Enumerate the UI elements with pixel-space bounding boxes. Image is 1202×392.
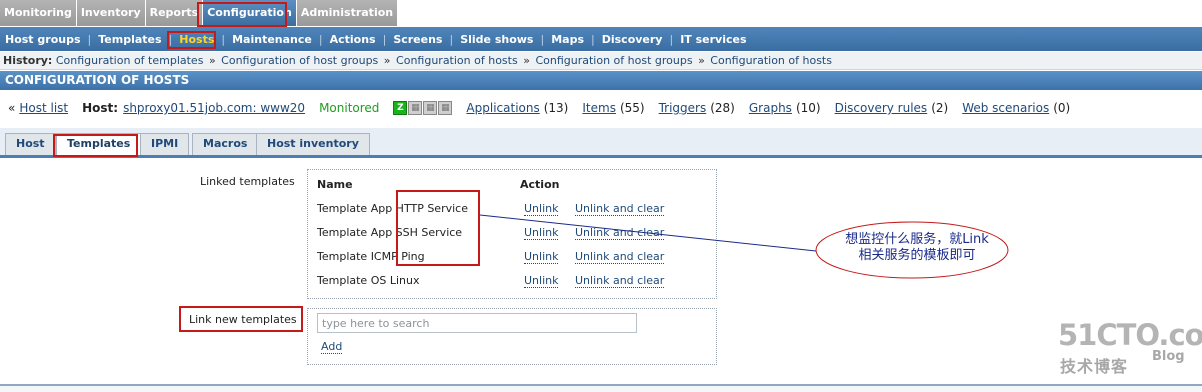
menu-separator: | xyxy=(318,32,323,46)
menu-separator: | xyxy=(87,32,92,46)
availability-icons: Z ▦ ▦ ▦ xyxy=(393,101,453,115)
sub-menu-screens[interactable]: Screens xyxy=(393,33,442,46)
footer-divider xyxy=(0,384,1202,392)
highlight-configuration xyxy=(197,2,287,27)
history-item[interactable]: Configuration of templates xyxy=(56,54,204,67)
sub-menu-it-services[interactable]: IT services xyxy=(680,33,746,46)
host-navigation: « Host list Host: shproxy01.51job.com: w… xyxy=(0,96,1202,120)
host-tabs: Host Templates IPMI Macros Host inventor… xyxy=(0,128,1202,158)
host-label: Host: xyxy=(82,101,119,115)
add-template-button[interactable]: Add xyxy=(321,340,343,354)
top-menu-reports[interactable]: Reports xyxy=(145,0,203,26)
watermark-logo: 51CTO.com xyxy=(1058,318,1202,352)
applications-link[interactable]: Applications xyxy=(466,96,539,120)
history-separator: » xyxy=(698,54,705,67)
graphs-count: (10) xyxy=(795,101,821,115)
menu-separator: | xyxy=(449,32,454,46)
triggers-count: (28) xyxy=(710,101,735,115)
unlink-button[interactable]: Unlink xyxy=(524,250,559,264)
triggers-link[interactable]: Triggers xyxy=(659,96,707,120)
sub-menu-host-groups[interactable]: Host groups xyxy=(5,33,81,46)
tab-macros[interactable]: Macros xyxy=(192,133,259,155)
unlink-and-clear-button[interactable]: Unlink and clear xyxy=(575,202,665,216)
host-status[interactable]: Monitored xyxy=(319,96,379,120)
host-list-link[interactable]: Host list xyxy=(19,96,68,120)
unlink-and-clear-button[interactable]: Unlink and clear xyxy=(575,274,665,288)
menu-separator: | xyxy=(221,32,226,46)
unlink-button[interactable]: Unlink xyxy=(524,274,559,288)
linked-template-name: Template OS Linux xyxy=(317,274,420,287)
host-name-link[interactable]: shproxy01.51job.com: www20 xyxy=(123,96,305,120)
zabbix-agent-icon: Z xyxy=(393,101,408,115)
items-link[interactable]: Items xyxy=(582,96,616,120)
web-scenarios-count: (0) xyxy=(1053,101,1071,115)
history-separator: » xyxy=(383,54,391,67)
tab-ipmi[interactable]: IPMI xyxy=(140,133,190,155)
sub-menu-discovery[interactable]: Discovery xyxy=(602,33,663,46)
history-item[interactable]: Configuration of host groups xyxy=(221,54,378,67)
column-action-header: Action xyxy=(520,178,560,191)
history-separator: » xyxy=(523,54,530,67)
menu-separator: | xyxy=(540,32,545,46)
unlink-and-clear-button[interactable]: Unlink and clear xyxy=(575,226,665,240)
sub-menu-actions[interactable]: Actions xyxy=(330,33,376,46)
menu-separator: | xyxy=(591,32,595,46)
highlight-hosts xyxy=(167,31,216,49)
sub-menu-maps[interactable]: Maps xyxy=(551,33,584,46)
top-menu-administration[interactable]: Administration xyxy=(296,0,398,26)
unlink-and-clear-button[interactable]: Unlink and clear xyxy=(575,250,665,264)
highlight-service-templates xyxy=(396,190,480,266)
applications-count: (13) xyxy=(543,101,569,115)
page-title: CONFIGURATION OF HOSTS xyxy=(0,71,1202,90)
history-separator: » xyxy=(208,54,216,67)
linked-templates-label: Linked templates xyxy=(200,175,295,188)
graphs-link[interactable]: Graphs xyxy=(749,96,792,120)
history-item[interactable]: Configuration of hosts xyxy=(396,54,518,67)
items-count: (55) xyxy=(619,101,645,115)
menu-separator: | xyxy=(382,32,387,46)
history-item[interactable]: Configuration of host groups xyxy=(535,54,692,67)
annotation-text: 想监控什么服务，就Link 相关服务的模板即可 xyxy=(822,232,1012,264)
watermark-blog: Blog xyxy=(1152,349,1185,364)
annotation-line-1: 想监控什么服务，就Link xyxy=(845,232,989,247)
unlink-button[interactable]: Unlink xyxy=(524,202,559,216)
jmx-icon: ▦ xyxy=(423,101,438,115)
ipmi-icon: ▦ xyxy=(438,101,453,115)
discovery-rules-count: (2) xyxy=(931,101,949,115)
history-label: History: xyxy=(3,54,53,67)
history-breadcrumb: History: Configuration of templates » Co… xyxy=(0,52,1202,70)
annotation-line-2: 相关服务的模板即可 xyxy=(858,248,976,263)
top-menu-monitoring[interactable]: Monitoring xyxy=(0,0,76,26)
tab-host[interactable]: Host xyxy=(5,133,56,155)
sub-menu-maintenance[interactable]: Maintenance xyxy=(232,33,312,46)
snmp-icon: ▦ xyxy=(408,101,423,115)
tab-host-inventory[interactable]: Host inventory xyxy=(256,133,370,155)
web-scenarios-link[interactable]: Web scenarios xyxy=(962,96,1049,120)
top-menu-inventory[interactable]: Inventory xyxy=(76,0,145,26)
sub-menu-slide-shows[interactable]: Slide shows xyxy=(460,33,533,46)
template-search-input[interactable] xyxy=(317,313,637,333)
discovery-rules-link[interactable]: Discovery rules xyxy=(835,96,928,120)
menu-separator: | xyxy=(669,32,674,46)
history-item[interactable]: Configuration of hosts xyxy=(710,54,832,67)
sub-menu-templates[interactable]: Templates xyxy=(98,33,161,46)
column-name-header: Name xyxy=(317,178,353,191)
unlink-button[interactable]: Unlink xyxy=(524,226,559,240)
watermark-subtitle: 技术博客 xyxy=(1060,357,1129,376)
back-prefix: « xyxy=(8,101,16,115)
highlight-templates-tab xyxy=(53,134,138,157)
link-new-templates-label: Link new templates xyxy=(189,313,297,326)
